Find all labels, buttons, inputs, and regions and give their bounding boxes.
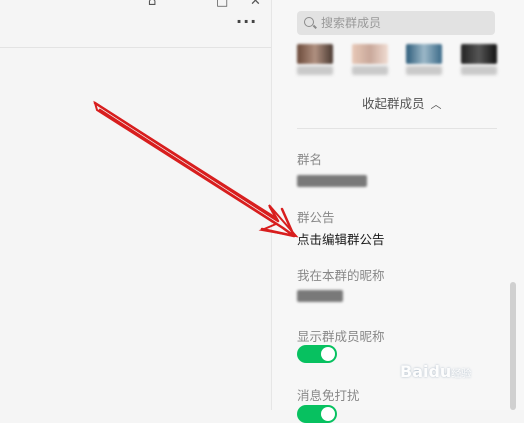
mute-toggle[interactable] [297,405,337,423]
watermark-suffix: 经验 [451,369,472,380]
chevron-up-icon: ︿ [430,98,442,111]
chat-area: ⌂ □ ✕ ··· [0,0,271,410]
more-options-button[interactable]: ··· [236,12,257,31]
close-icon[interactable]: ✕ [250,0,261,9]
mute-label: 消息免打扰 [297,388,360,403]
pin-icon[interactable]: ⌂ [148,0,156,9]
scrollbar[interactable] [510,282,516,410]
my-nickname-label: 我在本群的昵称 [297,268,385,283]
search-members-input[interactable]: 搜索群成员 [297,11,495,35]
member-avatar[interactable] [297,44,333,64]
toggle-knob [321,407,335,421]
show-nicknames-toggle[interactable] [297,345,337,363]
collapse-members-button[interactable]: 收起群成员 ︿ [362,93,442,112]
divider [297,128,497,129]
member-name [461,66,497,75]
announcement-label: 群公告 [297,210,335,225]
search-icon [304,17,314,27]
maximize-icon[interactable]: □ [216,0,228,9]
member-avatar[interactable] [352,44,388,64]
announcement-edit-link[interactable]: 点击编辑群公告 [297,229,385,248]
search-placeholder: 搜索群成员 [321,16,382,30]
member-avatar[interactable] [461,44,497,64]
group-name-value[interactable] [297,175,367,187]
member-avatar[interactable] [406,44,442,64]
collapse-label: 收起群成员 [362,96,425,111]
show-nicknames-label: 显示群成员昵称 [297,329,385,344]
chat-header: ⌂ □ ✕ ··· [0,0,271,48]
baidu-watermark: Baidu经验 [400,362,471,381]
group-name-label: 群名 [297,152,323,167]
toggle-knob [321,347,335,361]
member-name [406,66,442,75]
member-name [297,66,333,75]
watermark-brand: Baidu [400,362,452,381]
member-name [352,66,388,75]
my-nickname-value[interactable] [297,290,343,302]
group-info-panel: 搜索群成员 收起群成员 ︿ 群名 群公告 点击编辑群公告 我在本群的昵称 显示群成… [271,0,524,423]
